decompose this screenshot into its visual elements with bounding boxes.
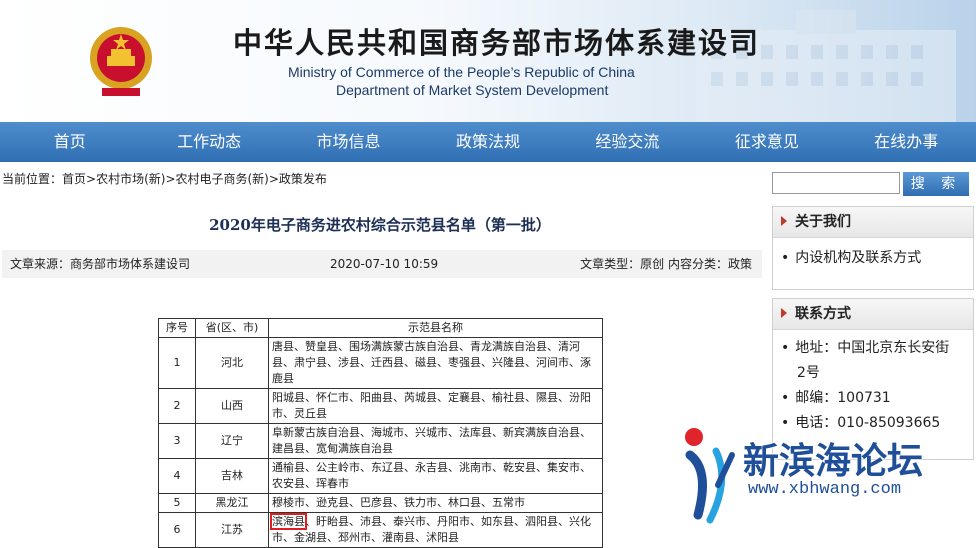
row-counties: 阳城县、怀仁市、阳曲县、芮城县、定襄县、榆社县、隰县、汾阳市、灵丘县	[268, 388, 603, 424]
search-button[interactable]: 搜 索	[903, 172, 969, 196]
watermark-url: www.xbhwang.com	[748, 480, 902, 499]
search-input[interactable]	[772, 172, 900, 194]
article-date: 2020-07-10 10:59	[330, 257, 439, 271]
row-no: 1	[158, 337, 196, 389]
site-header: 中华人民共和国商务部市场体系建设司 Ministry of Commerce o…	[0, 0, 976, 122]
article-title: 2020年电子商务进农村综合示范县名单（第一批）	[209, 216, 551, 234]
nav-market-info[interactable]: 市场信息	[279, 122, 418, 162]
highlighted-county: 滨海县	[270, 513, 307, 530]
main-nav: 首页 工作动态 市场信息 政策法规 经验交流 征求意见 在线办事	[0, 122, 976, 162]
sidebar-about-title: 关于我们	[795, 214, 851, 230]
breadcrumb-rural-ecommerce[interactable]: 农村电子商务(新)>	[176, 172, 279, 186]
header-no: 序号	[158, 318, 196, 338]
row-counties: 滨海县、盱眙县、沛县、泰兴市、丹阳市、如东县、泗阳县、兴化市、金湖县、邳州市、灌…	[268, 512, 603, 548]
article-meta-bar: 文章来源：商务部市场体系建设司 2020-07-10 10:59 文章类型：原创…	[2, 250, 762, 278]
table-row: 2 山西 阳城县、怀仁市、阳曲县、芮城县、定襄县、榆社县、隰县、汾阳市、灵丘县	[158, 388, 603, 424]
row-province: 山西	[195, 388, 269, 424]
site-subtitle-en-ministry: Ministry of Commerce of the People’s Rep…	[288, 64, 635, 80]
contact-postcode-text: 邮编：100731	[795, 390, 891, 406]
sidebar-contact-heading: 联系方式	[773, 299, 973, 330]
row-province: 辽宁	[195, 423, 269, 459]
article-type: 文章类型：原创 内容分类：政策	[580, 257, 752, 271]
nav-home[interactable]: 首页	[0, 122, 139, 162]
contact-postcode: • 邮编：100731	[773, 386, 973, 411]
row-counties: 穆棱市、逊克县、巴彦县、铁力市、林口县、五常市	[268, 493, 603, 513]
contact-address-cont: 2号	[797, 365, 820, 381]
sidebar-about-box: 关于我们 • 内设机构及联系方式	[772, 206, 974, 290]
row-counties-rest: 、盱眙县、沛县、泰兴市、丹阳市、如东县、泗阳县、兴化市、金湖县、邳州市、灌南县、…	[272, 515, 591, 544]
bullet-icon: •	[781, 340, 790, 356]
breadcrumb: 当前位置：首页>农村市场(新)>农村电子商务(新)>政策发布	[2, 170, 327, 187]
table-row: 3 辽宁 阜新蒙古族自治县、海城市、兴城市、法库县、新宾满族自治县、建昌县、宽甸…	[158, 423, 603, 459]
row-province: 江苏	[195, 512, 269, 548]
row-no: 3	[158, 423, 196, 459]
nav-policy[interactable]: 政策法规	[418, 122, 557, 162]
row-counties: 阜新蒙古族自治县、海城市、兴城市、法库县、新宾满族自治县、建昌县、宽甸满族自治县	[268, 423, 603, 459]
site-title: 中华人民共和国商务部市场体系建设司	[233, 26, 761, 60]
header-province: 省(区、市)	[195, 318, 269, 338]
bullet-icon: •	[781, 250, 790, 266]
sidebar-link-label: 内设机构及联系方式	[795, 250, 922, 266]
triangle-arrow-icon	[781, 308, 787, 318]
watermark-text: 新滨海论坛	[743, 440, 924, 482]
nav-consultation[interactable]: 征求意见	[697, 122, 836, 162]
header-counties: 示范县名称	[268, 318, 603, 338]
row-no: 6	[158, 512, 196, 548]
row-counties: 通榆县、公主岭市、东辽县、永吉县、洮南市、乾安县、集安市、农安县、珲春市	[268, 458, 603, 494]
row-no: 5	[158, 493, 196, 513]
sidebar-link-departments[interactable]: • 内设机构及联系方式	[773, 238, 973, 271]
triangle-arrow-icon	[781, 216, 787, 226]
row-no: 2	[158, 388, 196, 424]
article-source: 文章来源：商务部市场体系建设司	[10, 257, 191, 271]
breadcrumb-home[interactable]: 首页>	[62, 172, 96, 186]
sidebar-contact-title: 联系方式	[795, 306, 851, 322]
row-province: 吉林	[195, 458, 269, 494]
breadcrumb-rural-market[interactable]: 农村市场(新)>	[96, 172, 175, 186]
nav-work-news[interactable]: 工作动态	[139, 122, 278, 162]
row-counties: 唐县、赞皇县、围场满族蒙古族自治县、青龙满族自治县、清河县、肃宁县、涉县、迁西县…	[268, 337, 603, 389]
breadcrumb-policy-release[interactable]: 政策发布	[279, 172, 327, 186]
contact-address: • 地址：中国北京东长安街	[773, 336, 973, 361]
county-list-table: 序号 省(区、市) 示范县名称 1 河北 唐县、赞皇县、围场满族蒙古族自治县、青…	[158, 318, 603, 548]
breadcrumb-prefix: 当前位置：	[2, 172, 63, 186]
table-row: 1 河北 唐县、赞皇县、围场满族蒙古族自治县、青龙满族自治县、清河县、肃宁县、涉…	[158, 337, 603, 389]
row-province: 河北	[195, 337, 269, 389]
nav-experience[interactable]: 经验交流	[558, 122, 697, 162]
table-row: 6 江苏 滨海县、盱眙县、沛县、泰兴市、丹阳市、如东县、泗阳县、兴化市、金湖县、…	[158, 512, 603, 548]
row-province: 黑龙江	[195, 493, 269, 513]
contact-address-text: 地址：中国北京东长安街	[795, 340, 950, 356]
nav-online-service[interactable]: 在线办事	[837, 122, 976, 162]
table-row: 4 吉林 通榆县、公主岭市、东辽县、永吉县、洮南市、乾安县、集安市、农安县、珲春…	[158, 458, 603, 494]
bullet-icon: •	[781, 390, 790, 406]
row-no: 4	[158, 458, 196, 494]
site-subtitle-en-department: Department of Market System Development	[336, 82, 609, 98]
table-header-row: 序号 省(区、市) 示范县名称	[158, 318, 603, 338]
sidebar-about-heading: 关于我们	[773, 207, 973, 238]
table-row: 5 黑龙江 穆棱市、逊克县、巴彦县、铁力市、林口县、五常市	[158, 493, 603, 513]
national-emblem-logo	[90, 27, 152, 96]
